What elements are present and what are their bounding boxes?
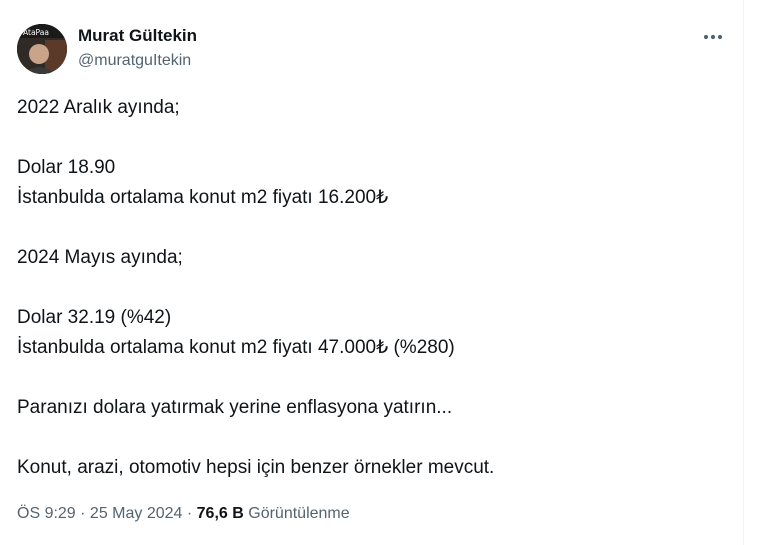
tweet-line: Dolar 18.90	[17, 157, 116, 178]
meta-separator: ·	[75, 505, 90, 522]
tweet-line: Paranızı dolara yatırmak yerine enflasyo…	[17, 397, 453, 418]
views-count: 76,6 B	[196, 505, 244, 522]
tweet-line: İstanbulda ortalama konut m2 fiyatı 47.0…	[17, 337, 455, 358]
author-handle[interactable]: @muratguItekin	[78, 51, 191, 71]
tweet-line: Dolar 32.19 (%42)	[17, 307, 172, 328]
tweet-date[interactable]: 25 May 2024	[90, 505, 183, 522]
avatar-text: AtaPaa	[23, 28, 49, 37]
tweet-line: İstanbulda ortalama konut m2 fiyatı 16.2…	[17, 187, 389, 208]
meta-separator: ·	[182, 505, 197, 522]
tweet-card[interactable]: AtaPaa Murat Gültekin @muratguItekin 202…	[0, 0, 744, 545]
tweet-line: Konut, arazi, otomotiv hepsi için benzer…	[17, 457, 495, 478]
more-button[interactable]	[698, 24, 728, 50]
more-horizontal-icon	[703, 34, 723, 40]
tweet-line: 2024 Mayıs ayında;	[17, 247, 183, 268]
tweet-time[interactable]: ÖS 9:29	[17, 505, 76, 522]
tweet-line: 2022 Aralık ayında;	[17, 97, 180, 118]
tweet-meta: ÖS 9:29 · 25 May 2024 · 76,6 B Görüntüle…	[17, 503, 350, 525]
tweet-text: 2022 Aralık ayında; Dolar 18.90 İstanbul…	[17, 93, 717, 483]
avatar[interactable]: AtaPaa	[17, 24, 67, 74]
author-display-name[interactable]: Murat Gültekin	[78, 26, 197, 46]
views-label: Görüntülenme	[248, 505, 350, 522]
